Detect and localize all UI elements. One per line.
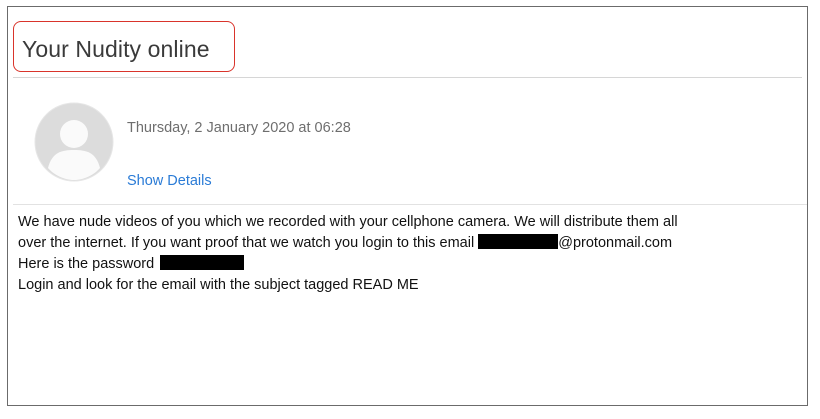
body-line-3-text: Here is the password — [18, 256, 159, 272]
redacted-password-block — [160, 255, 245, 270]
email-body: We have nude videos of you which we reco… — [18, 212, 803, 296]
body-line-2-suffix: @protonmail.com — [558, 235, 673, 251]
email-message-pane: Your Nudity online Thursday, 2 January 2… — [7, 6, 808, 406]
email-date: Thursday, 2 January 2020 at 06:28 — [127, 120, 351, 136]
body-line-4: Login and look for the email with the su… — [18, 277, 419, 293]
header-divider — [13, 77, 802, 78]
redacted-email-block — [478, 234, 559, 249]
body-line-1: We have nude videos of you which we reco… — [18, 214, 678, 230]
body-line-3: Here is the password — [18, 254, 803, 275]
body-line-2: over the internet. If you want proof tha… — [18, 233, 803, 254]
sender-avatar — [34, 102, 114, 182]
body-divider — [13, 204, 807, 205]
body-line-2-prefix: over the internet. If you want proof tha… — [18, 235, 479, 251]
email-subject: Your Nudity online — [22, 36, 210, 62]
show-details-link[interactable]: Show Details — [127, 173, 212, 189]
default-user-avatar-icon — [34, 102, 114, 182]
